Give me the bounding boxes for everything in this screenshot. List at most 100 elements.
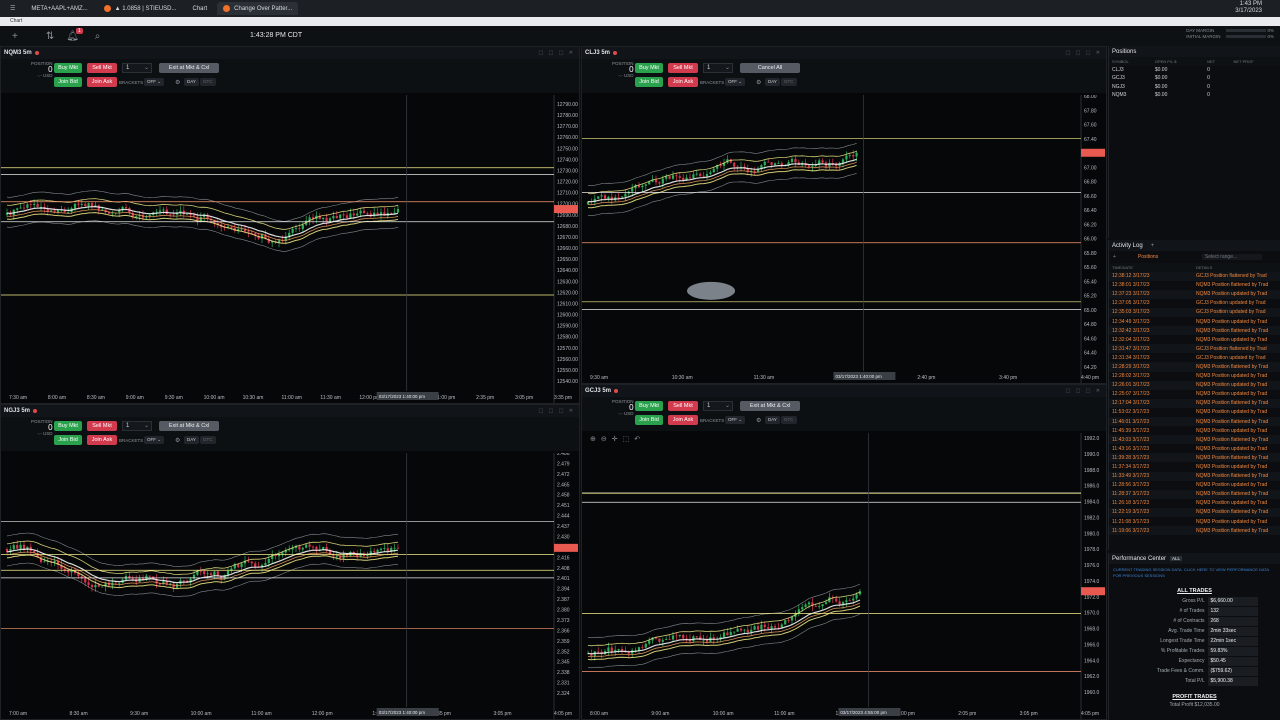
activity-row[interactable]: 11:26:18 3/17/23 NQM3 Position updated by… [1109,499,1280,508]
session-notice[interactable]: CURRENT TRADING SESSION DATA. CLICK HERE… [1109,564,1280,586]
join-ask-button[interactable]: Join Ask [668,415,698,425]
quantity-input[interactable]: 1 ⌄ [122,421,152,431]
activity-row[interactable]: 12:32:42 3/17/23 NQM3 Position flattened … [1109,326,1280,336]
nq-chart-panel[interactable]: NQM3 5m ⬚ ⬚ ⬚ ✕ POSITION 0 -.- USD Buy Mkt… [0,46,580,404]
exit-cancel-button[interactable]: Exit at Mkt & Cxl [740,401,800,411]
gc-chart-panel[interactable]: GCJ3 5m ⬚ ⬚ ⬚ ✕ POSITION 0 -.- USD Buy Mkt… [581,384,1107,720]
price-chart[interactable]: 12790.00 12780.00 12770.00 12760.00 12750.00… [1,95,580,404]
address-bar[interactable]: Chart [0,17,1280,26]
select-icon[interactable]: ⬚ [623,436,635,443]
crosshair-icon[interactable]: ✛ [612,436,623,443]
browser-tab-3[interactable]: Chart [187,2,214,15]
sell-market-button[interactable]: Sell Mkt [668,63,698,73]
cl-chart-panel[interactable]: CLJ3 5m ⬚ ⬚ ⬚ ✕ POSITION 0 -.- USD Buy Mkt… [581,46,1107,384]
window-controls-icon[interactable]: ⬚ ⬚ ⬚ ✕ [1065,388,1102,394]
brackets-select[interactable]: OFF ⌄ [725,78,746,86]
sort-icon[interactable]: ⇅ [46,31,54,42]
chart-symbol[interactable]: NGJ3 5m [4,408,30,414]
activity-row[interactable]: 12:28:02 3/17/23 NQM3 Position updated by… [1109,372,1280,381]
activity-row[interactable]: 11:43:03 3/17/23 NQM3 Position flattened … [1109,435,1280,445]
buy-market-button[interactable]: Buy Mkt [635,63,663,73]
tif-gtc-toggle[interactable]: GTC [200,78,216,86]
activity-row[interactable]: 11:37:34 3/17/23 NQM3 Position updated by… [1109,462,1280,471]
exit-cancel-button[interactable]: Exit at Mkt & Cxl [159,421,219,431]
join-ask-button[interactable]: Join Ask [87,435,117,445]
tif-gtc-toggle[interactable]: GTC [781,416,797,424]
tif-day-toggle[interactable]: DAY [184,78,199,86]
activity-row[interactable]: 11:45:39 3/17/23 NQM3 Position updated by… [1109,426,1280,435]
browser-menu-icon[interactable]: ☰ [4,2,21,15]
quantity-input[interactable]: 1 ⌄ [703,401,733,411]
tif-gtc-toggle[interactable]: GTC [200,436,216,444]
tif-day-toggle[interactable]: DAY [765,78,780,86]
price-chart[interactable]: 68.0067.8067.6067.4067.2067.0066.8066.60… [582,95,1107,384]
brackets-select[interactable]: OFF ⌄ [144,78,165,86]
buy-market-button[interactable]: Buy Mkt [635,401,663,411]
search-icon[interactable]: ⌕ [95,31,101,42]
join-bid-button[interactable]: Join Bid [54,435,82,445]
activity-row[interactable]: 11:28:37 3/17/23 NQM3 Position flattened … [1109,489,1280,499]
table-row[interactable]: NGJ3 $0.00 0 [1109,83,1280,92]
brackets-select[interactable]: OFF ⌄ [725,416,746,424]
activity-row[interactable]: 12:37:05 3/17/23 GCJ3 Position updated by… [1109,299,1280,308]
tif-day-toggle[interactable]: DAY [184,436,199,444]
window-controls-icon[interactable]: ⬚ ⬚ ⬚ ✕ [1065,50,1102,56]
activity-row[interactable]: 12:38:12 3/17/23 GCJ3 Position flattened … [1109,271,1280,281]
table-row[interactable]: NQM3 $0.00 0 [1109,91,1280,100]
brackets-select[interactable]: OFF ⌄ [144,436,165,444]
join-bid-button[interactable]: Join Bid [635,77,663,87]
zoom-in-icon[interactable]: ⊕ [590,436,601,443]
activity-row[interactable]: 11:21:08 3/17/23 NQM3 Position updated by… [1109,517,1280,526]
quantity-input[interactable]: 1 ⌄ [703,63,733,73]
activity-row[interactable]: 11:22:19 3/17/23 NQM3 Position flattened … [1109,507,1280,518]
range-select[interactable]: Select range... [1201,254,1262,260]
scope-badge[interactable]: ALL [1170,556,1183,561]
price-chart[interactable]: 2.486 2.479 2.472 2.465 2.458 2.451 2.444 2.437… [1,453,580,720]
settings-icon[interactable]: ⚙ [175,437,180,444]
activity-filter-select[interactable]: Positions [1138,254,1190,260]
browser-tab-2[interactable]: ▲ 1.0858 | STIEUSD... [98,2,183,15]
window-controls-icon[interactable]: ⬚ ⬚ ⬚ ✕ [538,408,575,414]
sell-market-button[interactable]: Sell Mkt [87,63,117,73]
activity-row[interactable]: 11:43:16 3/17/23 NQM3 Position updated by… [1109,444,1280,453]
activity-row[interactable]: 12:31:47 3/17/23 GCJ3 Position flattened … [1109,344,1280,354]
quantity-input[interactable]: 1 ⌄ [122,63,152,73]
activity-row[interactable]: 11:39:28 3/17/23 NQM3 Position flattened … [1109,453,1280,463]
window-controls-icon[interactable]: ⬚ ⬚ ⬚ ✕ [538,50,575,56]
settings-icon[interactable]: ⚙ [756,417,761,424]
add-panel-icon[interactable]: + [1151,243,1155,249]
chart-symbol[interactable]: CLJ3 5m [585,50,610,56]
join-bid-button[interactable]: Join Bid [54,77,82,87]
settings-icon[interactable]: ⚙ [756,79,761,86]
activity-row[interactable]: 11:33:49 3/17/23 NQM3 Position flattened … [1109,471,1280,481]
add-filter-icon[interactable]: + [1113,254,1116,260]
activity-row[interactable]: 11:19:06 3/17/23 NQM3 Position flattened … [1109,526,1280,536]
activity-row[interactable]: 12:26:01 3/17/23 NQM3 Position updated by… [1109,380,1280,390]
activity-row[interactable]: 12:28:29 3/17/23 NQM3 Position flattened … [1109,362,1280,372]
join-bid-button[interactable]: Join Bid [635,415,663,425]
table-row[interactable]: CLJ3 $0.00 0 [1109,66,1280,75]
activity-row[interactable]: 12:35:03 3/17/23 GCJ3 Position updated by… [1109,307,1280,317]
browser-tab-1[interactable]: META+AAPL+AMZ... [25,2,93,15]
exit-cancel-button[interactable]: Cancel All [740,63,800,73]
settings-icon[interactable]: ⚙ [175,79,180,86]
activity-row[interactable]: 12:17:04 3/17/23 NQM3 Position flattened … [1109,398,1280,408]
activity-row[interactable]: 12:32:04 3/17/23 NQM3 Position updated by… [1109,335,1280,344]
browser-tab-4[interactable]: Change Over Patter... [217,2,299,15]
table-row[interactable]: GCJ3 $0.00 0 [1109,74,1280,83]
zoom-out-icon[interactable]: ⊖ [601,436,612,443]
exit-cancel-button[interactable]: Exit at Mkt & Cxl [159,63,219,73]
chart-symbol[interactable]: GCJ3 5m [585,388,611,394]
sell-market-button[interactable]: Sell Mkt [87,421,117,431]
buy-market-button[interactable]: Buy Mkt [54,63,82,73]
activity-row[interactable]: 12:38:01 3/17/23 NQM3 Position flattened … [1109,281,1280,290]
price-chart[interactable]: 1992.0 1990.0 1988.0 1986.0 1984.0 1982.0 1980… [582,433,1107,720]
sell-market-button[interactable]: Sell Mkt [668,401,698,411]
join-ask-button[interactable]: Join Ask [87,77,117,87]
buy-market-button[interactable]: Buy Mkt [54,421,82,431]
activity-row[interactable]: 12:25:07 3/17/23 NQM3 Position updated by… [1109,390,1280,399]
add-icon[interactable]: + [12,31,18,42]
tif-gtc-toggle[interactable]: GTC [781,78,797,86]
tif-day-toggle[interactable]: DAY [765,416,780,424]
chart-symbol[interactable]: NQM3 5m [4,50,32,56]
